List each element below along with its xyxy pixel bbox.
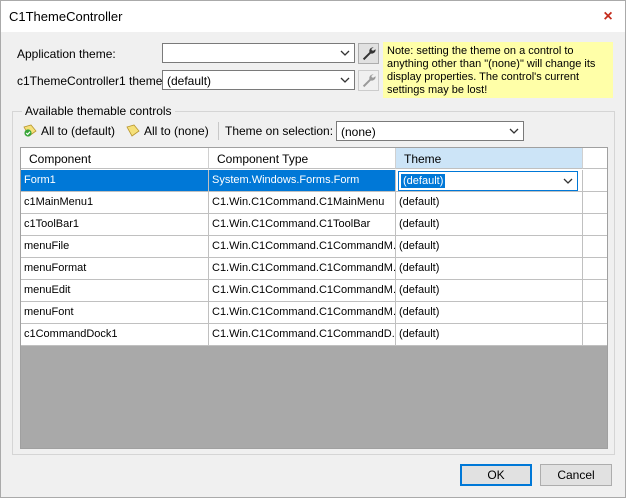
component-cell[interactable]: menuFile — [21, 236, 209, 258]
component-cell[interactable]: c1ToolBar1 — [21, 214, 209, 236]
theme-cell[interactable]: (default) — [396, 170, 583, 192]
component-type-cell[interactable]: C1.Win.C1Command.C1MainMenu — [209, 192, 396, 214]
theme-none-icon — [126, 124, 140, 137]
component-type-cell[interactable]: C1.Win.C1Command.C1CommandM... — [209, 236, 396, 258]
close-button[interactable]: × — [591, 1, 625, 32]
row-filler — [583, 280, 607, 302]
chevron-down-icon — [340, 77, 350, 83]
theme-default-icon — [23, 124, 37, 137]
table-row[interactable]: menuEdit C1.Win.C1Command.C1CommandM... (d… — [21, 280, 607, 302]
dialog-window: C1ThemeController × Application theme: c… — [0, 0, 626, 498]
grid-header: Component Component Type Theme — [21, 148, 607, 170]
wrench-icon — [362, 74, 376, 88]
chevron-down-icon — [340, 50, 350, 56]
row-filler — [583, 302, 607, 324]
table-row[interactable]: Form1 System.Windows.Forms.Form (default) — [21, 170, 607, 192]
component-type-cell[interactable]: C1.Win.C1Command.C1CommandM... — [209, 258, 396, 280]
column-header-component[interactable]: Component — [21, 148, 209, 169]
ok-button[interactable]: OK — [460, 464, 532, 486]
component-cell[interactable]: c1MainMenu1 — [21, 192, 209, 214]
toolbar: All to (default) All to (none) Theme on … — [19, 119, 609, 143]
themable-controls-grid[interactable]: Component Component Type Theme Form1 Syst… — [20, 147, 608, 449]
controller-theme-value: (default) — [167, 74, 212, 88]
theme-cell[interactable]: (default) — [396, 324, 583, 346]
table-row[interactable]: menuFormat C1.Win.C1Command.C1CommandM...… — [21, 258, 607, 280]
all-to-none-label: All to (none) — [144, 124, 209, 138]
table-row[interactable]: c1CommandDock1 C1.Win.C1Command.C1Command… — [21, 324, 607, 346]
title-bar[interactable]: C1ThemeController × — [1, 1, 625, 32]
row-filler — [583, 324, 607, 346]
controller-theme-label: c1ThemeController1 theme: — [17, 74, 166, 88]
row-filler — [583, 236, 607, 258]
theme-on-selection-label: Theme on selection: — [225, 124, 334, 138]
app-theme-combo[interactable] — [162, 43, 355, 63]
column-header-theme[interactable]: Theme — [396, 148, 583, 169]
chevron-down-icon — [509, 128, 519, 134]
row-filler — [583, 192, 607, 214]
app-theme-wrench-button[interactable] — [358, 43, 379, 64]
all-to-default-label: All to (default) — [41, 124, 116, 138]
theme-cell[interactable]: (default) — [396, 236, 583, 258]
component-type-cell[interactable]: C1.Win.C1Command.C1CommandM... — [209, 280, 396, 302]
theme-cell-value: (default) — [401, 174, 446, 188]
table-row[interactable]: c1ToolBar1 C1.Win.C1Command.C1ToolBar (def… — [21, 214, 607, 236]
component-cell[interactable]: menuFont — [21, 302, 209, 324]
row-filler — [583, 258, 607, 280]
component-type-cell[interactable]: C1.Win.C1Command.C1CommandM... — [209, 302, 396, 324]
theme-cell[interactable]: (default) — [396, 280, 583, 302]
controller-theme-wrench-button[interactable] — [358, 70, 379, 91]
app-theme-label: Application theme: — [17, 47, 116, 61]
table-row[interactable]: menuFile C1.Win.C1Command.C1CommandM... (d… — [21, 236, 607, 258]
controller-theme-combo[interactable]: (default) — [162, 70, 355, 90]
cancel-button[interactable]: Cancel — [540, 464, 612, 486]
warning-note: Note: setting the theme on a control to … — [383, 42, 613, 98]
component-cell[interactable]: Form1 — [21, 170, 209, 192]
column-header-component-type[interactable]: Component Type — [209, 148, 396, 169]
group-title: Available themable controls — [22, 104, 175, 118]
window-title: C1ThemeController — [9, 9, 123, 24]
all-to-default-button[interactable]: All to (default) — [23, 121, 115, 141]
component-type-cell[interactable]: C1.Win.C1Command.C1ToolBar — [209, 214, 396, 236]
row-filler — [583, 214, 607, 236]
theme-cell[interactable]: (default) — [396, 192, 583, 214]
component-cell[interactable]: c1CommandDock1 — [21, 324, 209, 346]
component-cell[interactable]: menuEdit — [21, 280, 209, 302]
table-row[interactable]: menuFont C1.Win.C1Command.C1CommandM... (d… — [21, 302, 607, 324]
theme-on-selection-combo[interactable]: (none) — [336, 121, 524, 141]
theme-cell-dropdown[interactable]: (default) — [398, 171, 578, 191]
component-cell[interactable]: menuFormat — [21, 258, 209, 280]
column-header-filler — [583, 148, 607, 169]
chevron-down-icon — [563, 178, 573, 184]
table-row[interactable]: c1MainMenu1 C1.Win.C1Command.C1MainMenu (d… — [21, 192, 607, 214]
all-to-none-button[interactable]: All to (none) — [126, 121, 209, 141]
theme-on-selection-value: (none) — [341, 125, 376, 139]
component-type-cell[interactable]: C1.Win.C1Command.C1CommandD... — [209, 324, 396, 346]
theme-cell[interactable]: (default) — [396, 258, 583, 280]
component-type-cell[interactable]: System.Windows.Forms.Form — [209, 170, 396, 192]
theme-cell[interactable]: (default) — [396, 302, 583, 324]
theme-cell[interactable]: (default) — [396, 214, 583, 236]
wrench-icon — [362, 47, 376, 61]
toolbar-separator — [218, 122, 219, 140]
row-filler — [583, 170, 607, 192]
